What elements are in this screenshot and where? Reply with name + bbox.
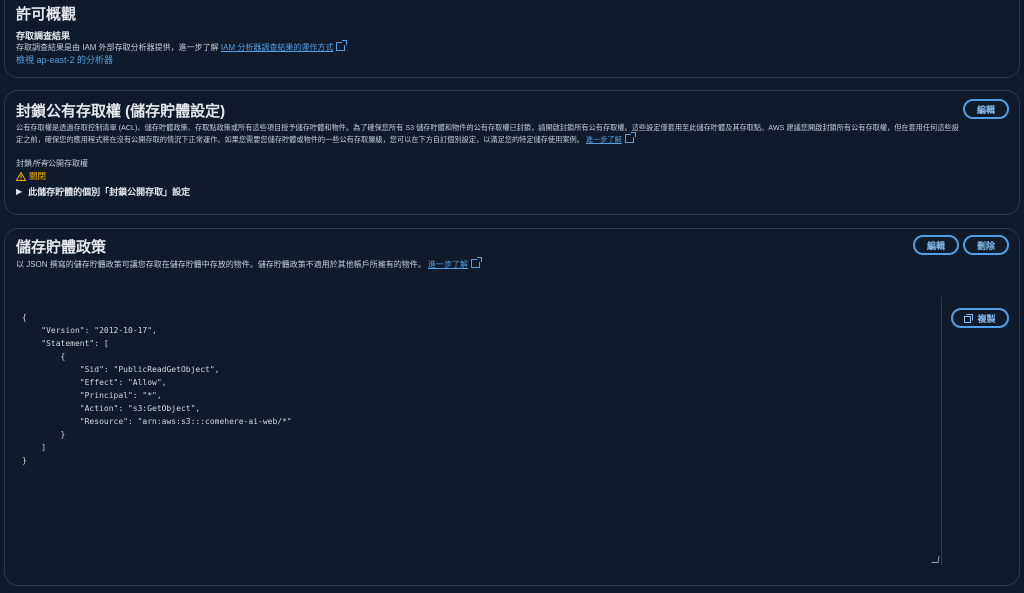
bucket-policy-learn-more-link[interactable]: 進一步了解 — [428, 260, 468, 269]
iam-analyzer-link[interactable]: IAM 分析器調查結果的運作方式 — [221, 43, 333, 52]
code-line: } — [22, 430, 66, 439]
view-analyzer-link[interactable]: 檢視 ap-east-2 的分析器 — [16, 53, 113, 66]
policy-code-viewer[interactable]: { "Version": "2012-10-17", "Statement": … — [16, 297, 942, 565]
warning-icon — [16, 171, 26, 181]
code-line: "Statement": [ — [22, 339, 109, 348]
copy-icon — [964, 313, 974, 323]
code-line: ] — [22, 443, 47, 452]
individual-settings-expander[interactable]: ▶ 此儲存貯體的個別「封鎖公開存取」設定 — [16, 185, 190, 198]
external-link-icon — [624, 132, 636, 143]
external-link-icon — [471, 257, 483, 268]
code-line: "Resource": "arn:aws:s3:::comehere-ai-we… — [22, 417, 292, 426]
block-public-access-title: 封鎖公有存取權 (儲存貯體設定) — [16, 103, 226, 120]
code-line: "Effect": "Allow", — [22, 378, 167, 387]
caret-right-icon: ▶ — [16, 187, 23, 196]
copy-policy-button[interactable]: 複製 — [951, 308, 1009, 328]
code-line: "Sid": "PublicReadGetObject", — [22, 365, 220, 374]
resize-handle-icon[interactable] — [931, 556, 940, 563]
block-status: 關閉 — [16, 170, 46, 182]
code-line: { — [22, 313, 27, 322]
bucket-policy-edit-button[interactable]: 編輯 — [913, 235, 959, 255]
code-line: "Version": "2012-10-17", — [22, 326, 157, 335]
block-public-access-learn-more-link[interactable]: 進一步了解 — [586, 135, 622, 144]
access-findings-description: 存取調查結果是由 IAM 外部存取分析器提供，進一步了解 IAM 分析器調查結果… — [16, 40, 348, 53]
bucket-policy-title: 儲存貯體政策 — [16, 239, 107, 256]
bucket-policy-description: 以 JSON 撰寫的儲存貯體政策可讓您存取在儲存貯體中存放的物件。儲存貯體政策不… — [16, 257, 483, 270]
permissions-overview-title: 許可概觀 — [16, 6, 77, 23]
code-line: "Action": "s3:GetObject", — [22, 404, 201, 413]
code-line: } — [22, 456, 27, 465]
code-line: "Principal": "*", — [22, 391, 162, 400]
permissions-overview-panel — [4, 0, 1020, 78]
block-all-public-access-label: 封鎖所有公開存取權 — [16, 159, 88, 168]
block-public-access-edit-button[interactable]: 編輯 — [963, 99, 1009, 119]
external-link-icon — [336, 40, 348, 51]
code-line: { — [22, 352, 66, 361]
block-public-access-description: 公有存取權是透過存取控制清單 (ACL)、儲存貯體政策、存取點政策或所有這些項目… — [16, 123, 959, 144]
bucket-policy-delete-button[interactable]: 刪除 — [963, 235, 1009, 255]
